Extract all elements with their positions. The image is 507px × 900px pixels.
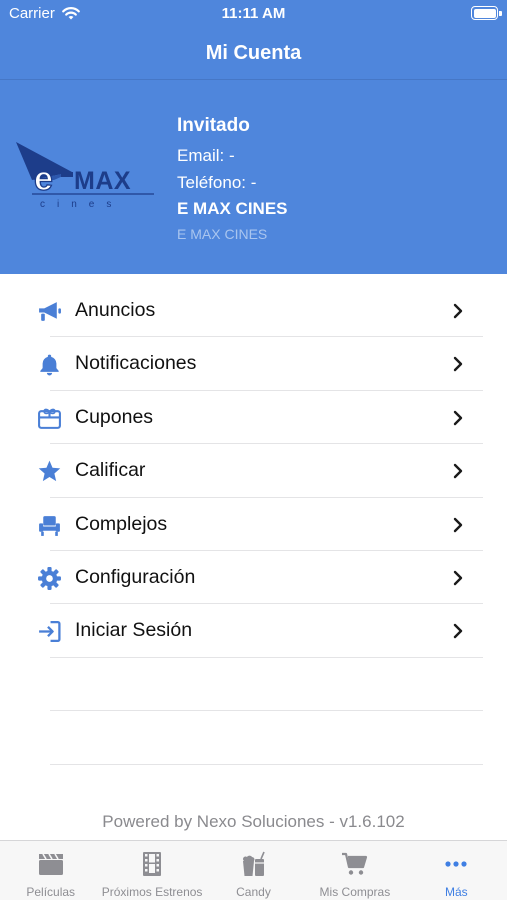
company-name: E MAX CINES bbox=[177, 199, 288, 218]
divider bbox=[50, 763, 483, 765]
menu-item-label: Configuración bbox=[75, 565, 196, 588]
menu-item-label: Cupones bbox=[75, 405, 154, 428]
tab-label: Mis Compras bbox=[319, 885, 391, 899]
tab-mis-compras[interactable]: Mis Compras bbox=[304, 841, 405, 900]
menu-item-label: Calificar bbox=[75, 459, 146, 482]
powered-by-footer: Powered by Nexo Soluciones - v1.6.102 bbox=[102, 812, 405, 831]
battery-nub bbox=[499, 11, 502, 16]
menu-item-label: Anuncios bbox=[75, 299, 156, 321]
menu-item-label: Complejos bbox=[75, 512, 168, 535]
profile-header: e MAX cines Invitado Email: - Teléfono: … bbox=[0, 80, 507, 274]
star-icon bbox=[38, 460, 61, 482]
chevron-right-icon bbox=[453, 517, 463, 532]
chevron-right-icon bbox=[453, 463, 463, 479]
tab-label: Candy bbox=[236, 885, 271, 899]
chevron-right-icon bbox=[453, 410, 463, 425]
user-phone: Teléfono: - bbox=[177, 173, 257, 192]
tab-candy[interactable]: Candy bbox=[203, 841, 304, 900]
film-strip-icon bbox=[143, 852, 162, 876]
cinema-seat-icon bbox=[39, 515, 60, 536]
emax-logo: e MAX cines bbox=[16, 142, 154, 210]
tab-label: Más bbox=[444, 885, 468, 899]
clapperboard-icon bbox=[38, 853, 63, 875]
navigation-bar: Mi Cuenta bbox=[0, 30, 507, 80]
company-subtitle: E MAX CINES bbox=[177, 226, 268, 242]
bell-icon bbox=[40, 354, 59, 376]
chevron-right-icon bbox=[453, 303, 463, 319]
popcorn-drink-icon bbox=[243, 851, 266, 876]
menu-item-cupones[interactable]: Cupones bbox=[0, 391, 507, 445]
gift-card-icon bbox=[38, 408, 61, 429]
svg-text:MAX: MAX bbox=[74, 167, 131, 195]
menu-item-calificar[interactable]: Calificar bbox=[0, 444, 507, 498]
tab-label: Películas bbox=[26, 885, 76, 899]
chevron-right-icon bbox=[453, 357, 463, 372]
tab-peliculas[interactable]: Películas bbox=[0, 841, 101, 900]
user-name: Invitado bbox=[177, 115, 250, 136]
clock-time: 11:11 AM bbox=[221, 5, 286, 22]
chevron-right-icon bbox=[453, 624, 463, 639]
svg-text:cines: cines bbox=[40, 199, 123, 210]
tab-label: Próximos Estrenos bbox=[101, 885, 203, 899]
menu-item-label: Iniciar Sesión bbox=[75, 619, 193, 642]
account-menu: Anuncios Notificaciones Cupones Califica… bbox=[0, 284, 507, 765]
chevron-right-icon bbox=[453, 570, 463, 586]
sign-in-icon bbox=[39, 621, 61, 643]
menu-item-iniciar-sesion[interactable]: Iniciar Sesión bbox=[0, 604, 507, 658]
more-dots-icon bbox=[445, 861, 467, 867]
megaphone-icon bbox=[39, 302, 61, 321]
tab-mas[interactable]: Más bbox=[406, 841, 507, 900]
menu-item-complejos[interactable]: Complejos bbox=[0, 498, 507, 551]
tab-bar: Películas Próximos Estrenos Candy Mis Co… bbox=[0, 840, 507, 900]
empty-row bbox=[0, 658, 507, 712]
menu-item-notificaciones[interactable]: Notificaciones bbox=[0, 337, 507, 391]
battery-icon bbox=[471, 6, 498, 20]
svg-text:e: e bbox=[34, 160, 53, 198]
menu-item-configuracion[interactable]: Configuración bbox=[0, 551, 507, 605]
menu-item-label: Notificaciones bbox=[75, 352, 197, 375]
status-bar: Carrier 11:11 AM bbox=[0, 0, 507, 30]
gear-icon bbox=[38, 566, 61, 590]
cart-icon bbox=[341, 852, 367, 875]
page-title: Mi Cuenta bbox=[205, 42, 302, 64]
empty-row bbox=[0, 711, 507, 765]
user-email: Email: - bbox=[177, 146, 235, 165]
menu-item-anuncios[interactable]: Anuncios bbox=[0, 284, 507, 338]
tab-proximos-estrenos[interactable]: Próximos Estrenos bbox=[101, 841, 202, 900]
